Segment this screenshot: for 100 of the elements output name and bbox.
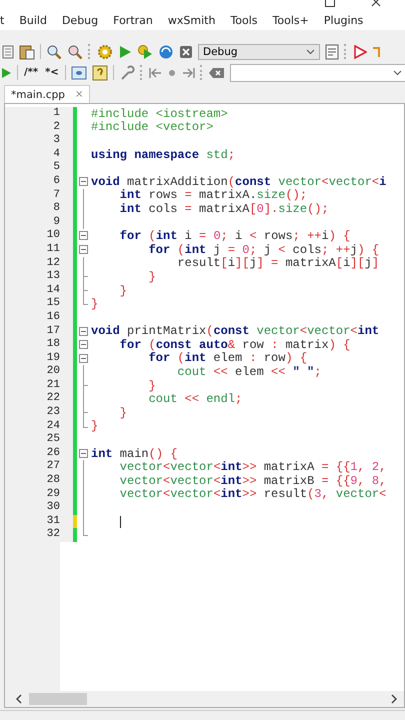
code-line: using namespace std; [91, 148, 236, 162]
line-number: 32 [5, 528, 73, 542]
line-number: 23 [5, 406, 73, 420]
fold-toggle-icon[interactable] [79, 340, 88, 350]
comment-button[interactable]: /** [23, 67, 40, 78]
fold-toggle-icon[interactable] [79, 176, 88, 186]
menu-item[interactable]: wxSmith [168, 14, 216, 26]
code-line: int rows = matrixA.size(); [118, 188, 308, 202]
code-line: } [118, 406, 128, 420]
code-line: int main() { [91, 446, 178, 461]
line-number: 9 [5, 216, 73, 230]
fold-toggle-icon[interactable] [79, 231, 88, 240]
build-target-dropdown[interactable]: Debug [198, 44, 320, 60]
line-number: 19 [5, 352, 73, 366]
stop-icon[interactable] [179, 44, 193, 58]
scroll-left-icon[interactable] [15, 694, 23, 704]
jump-back-icon[interactable] [148, 66, 163, 78]
caret-icon [306, 48, 315, 54]
menu-item[interactable]: t [0, 14, 4, 26]
code-line: } [91, 297, 98, 312]
fold-toggle-icon[interactable] [79, 326, 88, 336]
code-line: #include <iostream> [91, 106, 228, 121]
file-tab[interactable]: *main.cpp × [4, 85, 90, 103]
line-number: 5 [5, 161, 73, 175]
help-icon[interactable] [92, 64, 108, 80]
restore-icon[interactable] [325, 0, 335, 7]
search-icon[interactable] [46, 44, 62, 60]
menu-item[interactable]: Fortran [113, 14, 153, 26]
line-number: 18 [5, 338, 73, 352]
close-icon[interactable] [371, 0, 381, 7]
menu-item[interactable]: Debug [62, 14, 98, 26]
list-icon[interactable] [325, 44, 339, 60]
code-line: #include <vector> [91, 120, 214, 134]
code-line: vector<vector<int>> matrixA = {{1, 2, [118, 460, 386, 474]
document-icon[interactable] [2, 44, 14, 58]
line-number: 20 [5, 365, 73, 379]
line-number: 11 [5, 242, 73, 257]
close-tab-button[interactable]: × [74, 89, 84, 100]
code-line: } [91, 419, 98, 434]
gear-icon[interactable] [97, 44, 113, 60]
dot-icon[interactable] [168, 68, 176, 76]
window-icon[interactable] [70, 66, 87, 80]
code-line: vector<vector<int>> matrixB = {{9, 8, [118, 474, 386, 488]
line-number: 25 [5, 433, 73, 447]
scroll-right-icon[interactable] [390, 694, 398, 704]
line-number: 8 [5, 202, 73, 216]
line-number: 14 [5, 284, 73, 298]
fold-toggle-icon[interactable] [79, 354, 88, 363]
code-line: cout << elem << " "; [176, 365, 322, 380]
line-number: 15 [5, 297, 73, 311]
run-icon[interactable] [118, 44, 132, 58]
line-number: 2 [5, 120, 73, 134]
code-line: result[i][j] = matrixA[i][j] [176, 256, 380, 270]
code-line: vector<vector<int>> result(3, vector< [118, 487, 386, 502]
debug-play-icon[interactable] [353, 44, 367, 58]
fold-toggle-icon[interactable] [79, 244, 88, 254]
line-number: 13 [5, 270, 73, 284]
code-line: cout << endl; [148, 392, 242, 406]
line-number: 16 [5, 310, 73, 324]
code-line: } [148, 378, 156, 393]
line-number: 6 [5, 174, 73, 189]
menu-item[interactable]: Plugins [324, 14, 364, 26]
line-number: 10 [5, 229, 73, 243]
line-number: 29 [5, 488, 73, 502]
line-number: 22 [5, 392, 73, 406]
code-line: } [148, 270, 156, 284]
line-number: 12 [5, 256, 73, 270]
menu-item[interactable]: Tools+ [272, 14, 309, 26]
rebuild-icon[interactable] [158, 44, 174, 60]
line-number: 21 [5, 378, 73, 392]
jump-forward-icon[interactable] [180, 66, 195, 78]
line-number: 30 [5, 501, 73, 515]
search-replace-icon[interactable] [67, 44, 83, 60]
code-line: for (const auto& row : matrix) { [118, 338, 350, 352]
code-line: } [118, 284, 128, 298]
build-run-icon[interactable] [137, 44, 153, 60]
fold-toggle-icon[interactable] [79, 448, 88, 458]
caret-icon [393, 70, 402, 76]
line-number: 27 [5, 460, 73, 474]
scrollbar-thumb[interactable] [29, 693, 87, 705]
code-line: for (int i = 0; i < rows; ++i) { [118, 229, 350, 244]
code-line: int cols = matrixA[0].size(); [118, 202, 329, 216]
line-number: 7 [5, 188, 73, 202]
line-number: 24 [5, 420, 73, 434]
line-number: 1 [5, 107, 73, 121]
line-number: 17 [5, 324, 73, 338]
comment-button[interactable]: *< [44, 67, 60, 78]
menu-item[interactable]: Build [19, 14, 47, 26]
code-line: void printMatrix(const vector<vector<int [91, 324, 380, 338]
code-line: for (int j = 0; j < cols; ++j) { [148, 242, 380, 257]
code-line: void matrixAddition(const vector<vector<i [91, 174, 386, 189]
menu-item[interactable]: Tools [230, 14, 258, 26]
wrench-icon[interactable] [118, 64, 135, 80]
clear-icon[interactable] [208, 66, 225, 78]
build-run-icon[interactable] [2, 66, 12, 80]
line-number: 4 [5, 148, 73, 162]
paste-icon[interactable] [19, 44, 35, 60]
line-number: 28 [5, 474, 73, 488]
line-number: 31 [5, 514, 73, 528]
code-line: for (int elem : row) { [148, 351, 308, 366]
